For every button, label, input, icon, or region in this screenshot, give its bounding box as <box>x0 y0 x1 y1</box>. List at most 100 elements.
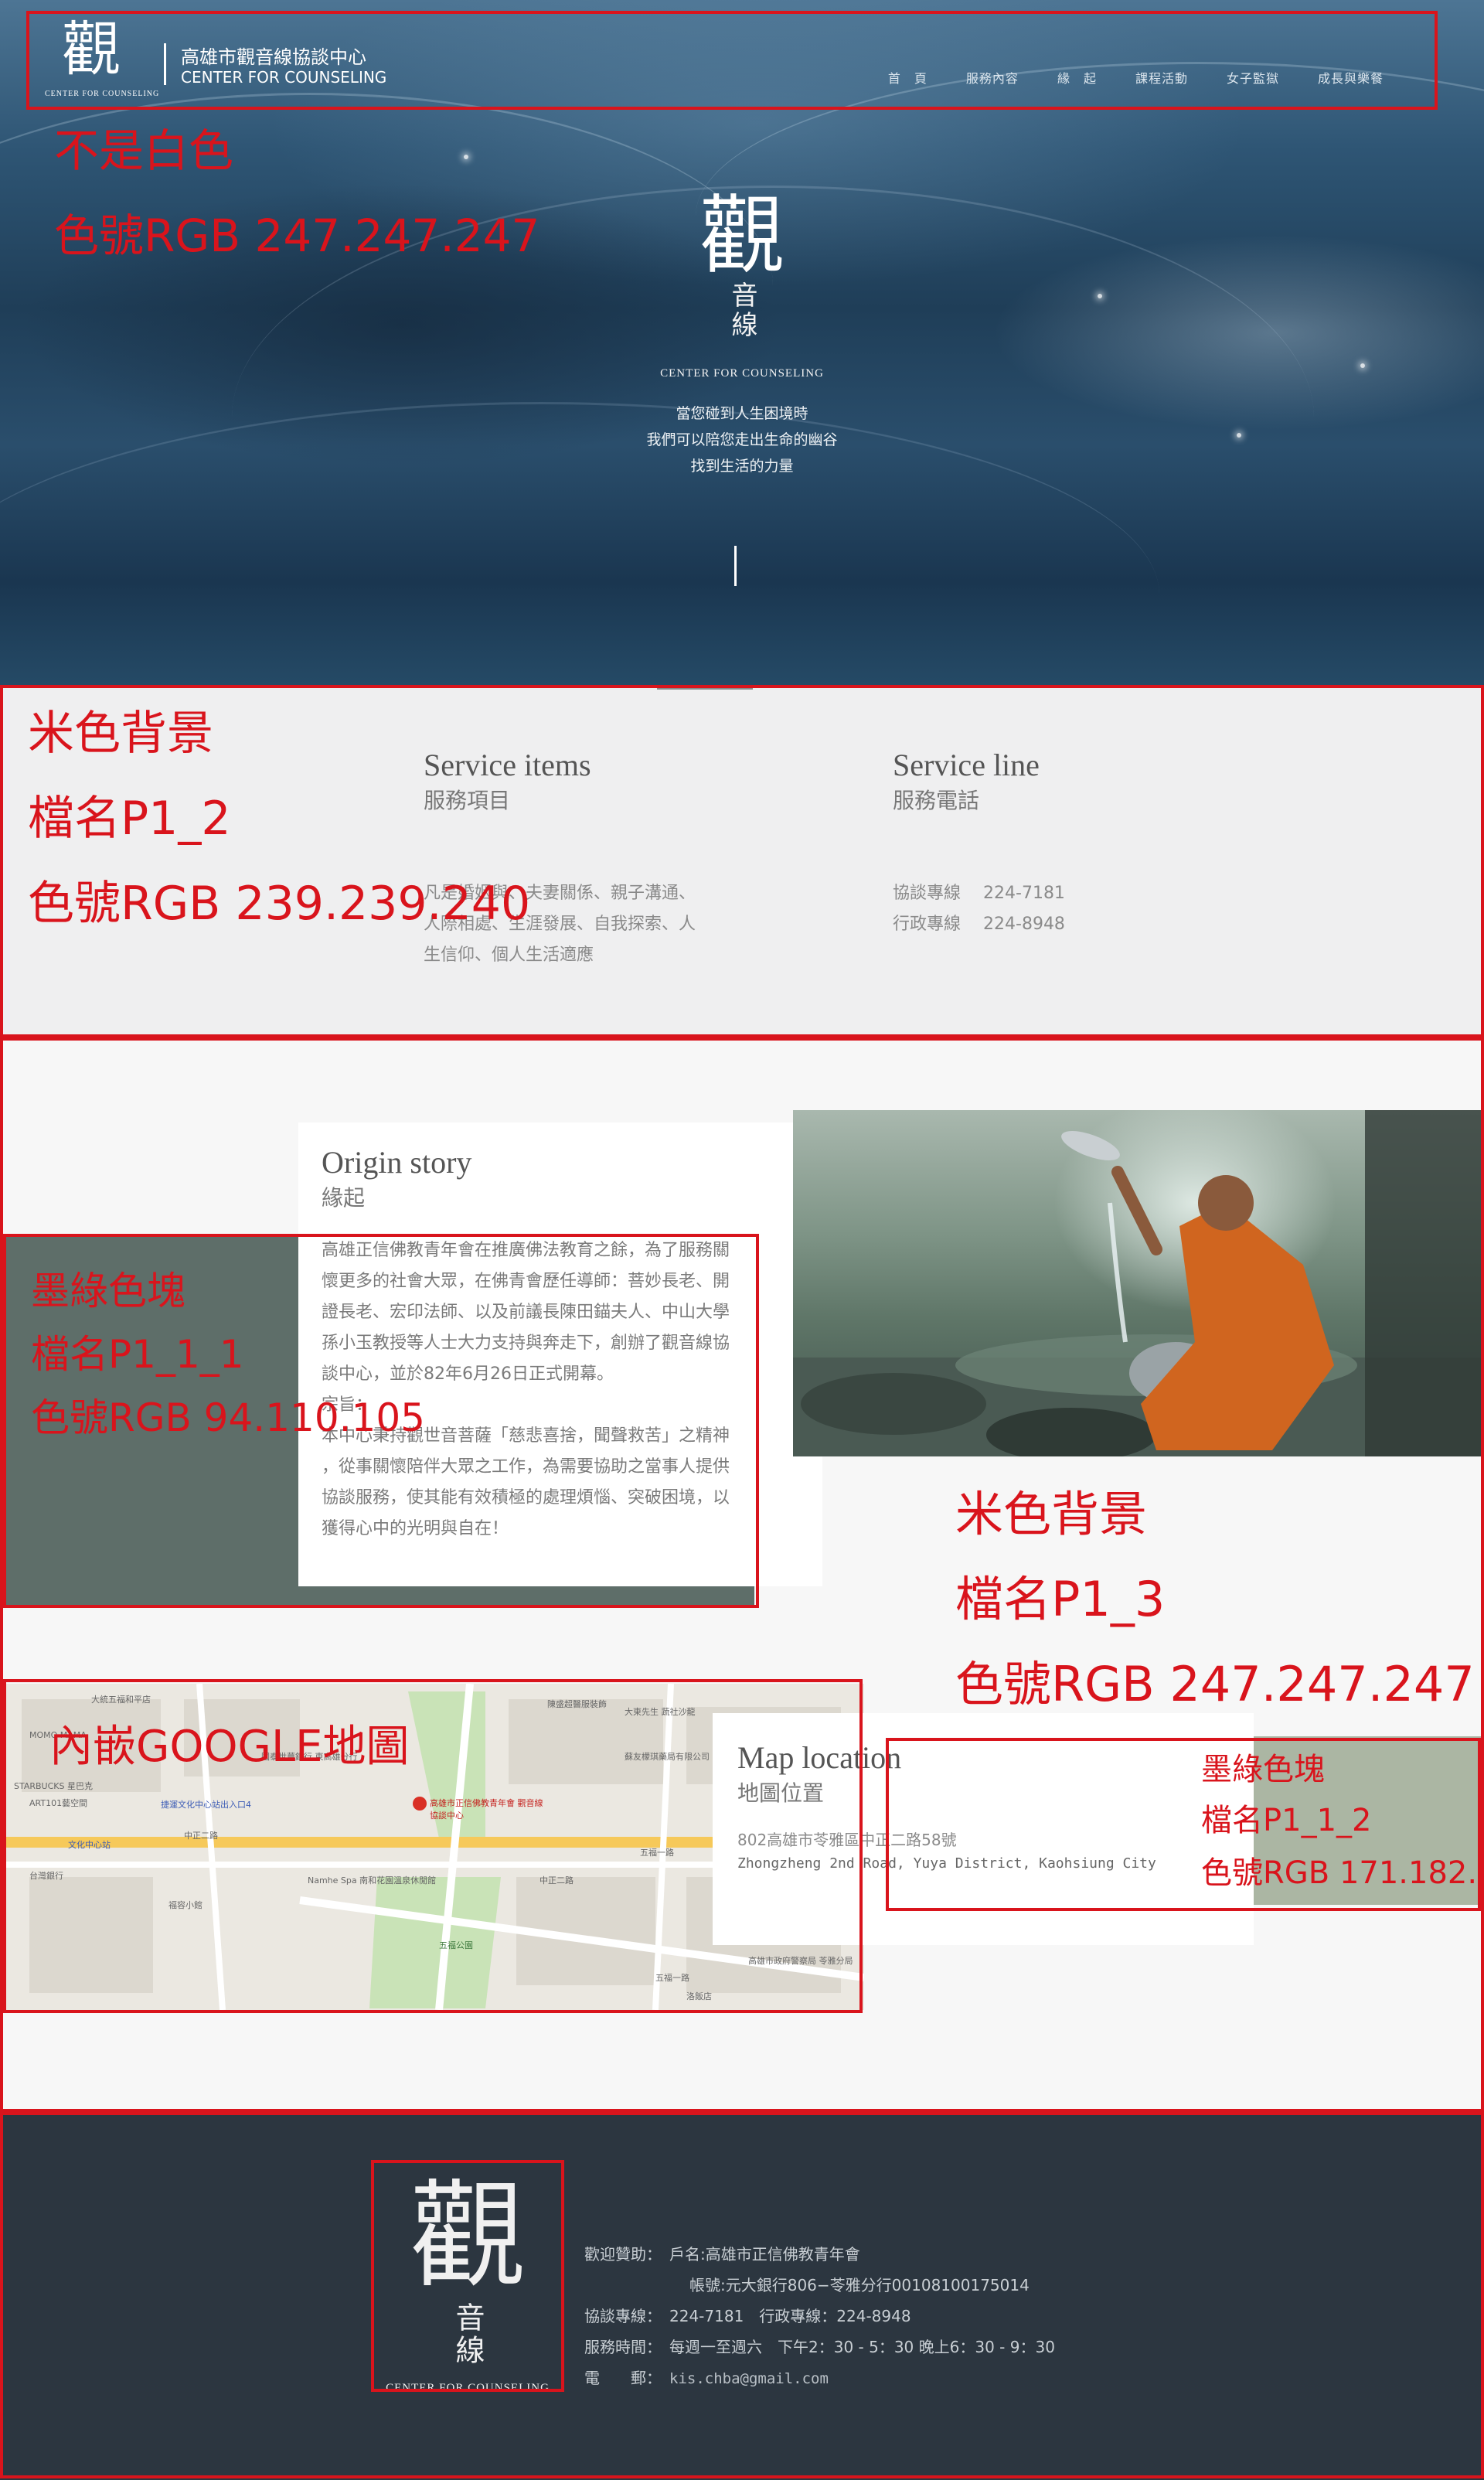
site-footer: 觀 音線 CENTER FOR COUNSELING 歡迎贊助： 戶名:高雄市正… <box>0 2112 1484 2480</box>
service-items-subtitle: 服務項目 <box>424 788 511 813</box>
origin-line: 證長老、宏印法師、以及前議長陳田錨夫人、中山大學 <box>322 1303 730 1322</box>
annotation-note: 色號RGB 247.247.247 <box>955 1656 1475 1712</box>
origin-card: Origin story 緣起 高雄正信佛教青年會在推廣佛法教育之餘，為了服務關… <box>298 1122 822 1586</box>
origin-line: 協談服務，使其能有效積極的處理煩惱、突破困境，以 <box>322 1488 730 1507</box>
hero-tagline: 當您碰到人生困境時 我們可以陪您走出生命的幽谷 找到生活的力量 <box>0 400 1484 479</box>
annotation-note: 米色背景 <box>28 707 213 761</box>
map-title: Map location <box>737 1740 902 1775</box>
origin-title: Origin story <box>322 1145 472 1180</box>
site-title-zh: 高雄市觀音線協談中心 <box>181 46 366 68</box>
logo-glyph[interactable]: 觀 <box>62 19 121 80</box>
monk-illustration <box>793 1110 1484 1456</box>
service-line-title: Service line <box>893 748 1040 782</box>
hero-banner: 觀 CENTER FOR COUNSELING 高雄市觀音線協談中心 CENTE… <box>0 0 1484 685</box>
footer-row-donate: 歡迎贊助： 戶名:高雄市正信佛教青年會 <box>584 2242 860 2264</box>
map-address-zh: 802高雄市苓雅區中正二路58號 <box>737 1831 957 1849</box>
footer-row-hours: 服務時間： 每週一至週六 下午2：30 - 5：30 晚上6：30 - 9：30 <box>584 2335 1055 2357</box>
origin-line: ，從事關懷陪伴大眾之工作，為需要協助之當事人提供 <box>322 1457 730 1477</box>
origin-line: 獲得心中的光明與自在！ <box>322 1519 509 1538</box>
header-divider <box>164 43 166 85</box>
map-label: 文化中心站 <box>68 1840 111 1850</box>
annotation-note: 檔名P1_1_1 <box>31 1332 244 1377</box>
footer-value: 戶名:高雄市正信佛教青年會 <box>669 2245 860 2264</box>
origin-line: 孫小玉教授等人士大力支持與奔走下，創辦了觀音線協 <box>322 1334 730 1353</box>
map-label: 洛飯店 <box>686 1991 712 2001</box>
scroll-indicator[interactable] <box>734 546 737 586</box>
nav-growth[interactable]: 成長與樂餐 <box>1318 68 1384 87</box>
footer-row-account: 帳號:元大銀行806−苓雅分行00108100175014 <box>689 2273 1030 2295</box>
map-label: 中正二路 <box>184 1831 218 1841</box>
footer-value: 每週一至週六 下午2：30 - 5：30 晚上6：30 - 9：30 <box>669 2338 1055 2356</box>
map-label: 五福公園 <box>439 1940 473 1950</box>
nav-services[interactable]: 服務內容 <box>966 68 1019 87</box>
phone-label: 行政專線 <box>893 915 962 934</box>
footer-email-link[interactable]: kis.chba@gmail.com <box>669 2370 829 2387</box>
annotation-note: 色號RGB 247.247.247 <box>54 210 540 262</box>
footer-value: 帳號:元大銀行806−苓雅分行00108100175014 <box>689 2276 1030 2294</box>
site-title-en: CENTER FOR COUNSELING <box>181 68 387 87</box>
service-items-title: Service items <box>424 748 591 782</box>
sparkle-decoration <box>464 155 468 159</box>
map-label: ART101藝空間 <box>29 1798 88 1808</box>
nav-prison[interactable]: 女子監獄 <box>1227 68 1279 87</box>
site-header: 觀 CENTER FOR COUNSELING 高雄市觀音線協談中心 CENTE… <box>28 12 1438 108</box>
map-label: 捷運文化中心站出入口4 <box>161 1800 251 1810</box>
annotation-note: 檔名P1_1_2 <box>1201 1803 1372 1838</box>
map-address-en: Zhongzheng 2nd Road, Yuya District, Kaoh… <box>737 1855 1156 1872</box>
section-marker <box>657 685 753 690</box>
map-subtitle: 地圖位置 <box>737 1780 825 1806</box>
map-label: 五福一路 <box>640 1848 674 1858</box>
annotation-note: 米色背景 <box>955 1486 1148 1542</box>
origin-line: 談中心，並於82年6月26日正式開幕。 <box>322 1364 614 1384</box>
phone-value[interactable]: 224-7181 <box>983 884 1065 903</box>
map-pin-icon <box>413 1797 427 1811</box>
footer-label: 歡迎贊助： <box>584 2245 654 2264</box>
hero-logo-small: 音線 <box>727 281 757 340</box>
footer-label: 服務時間： <box>584 2338 654 2356</box>
hero-logo-caption: CENTER FOR COUNSELING <box>660 367 824 380</box>
footer-row-email: 電 郵： kis.chba@gmail.com <box>584 2366 829 2388</box>
annotation-note: 不是白色 <box>54 124 234 177</box>
footer-logo-small: 音線 <box>451 2302 485 2367</box>
footer-label: 電 郵： <box>584 2369 654 2387</box>
nav-courses[interactable]: 課程活動 <box>1135 68 1188 87</box>
footer-logo-caption: CENTER FOR COUNSELING <box>386 2382 550 2394</box>
footer-row-phone: 協談專線： 224-7181 行政專線：224-8948 <box>584 2304 911 2326</box>
service-section: Service items 服務項目 凡是婚姻與、夫妻關係、親子溝通、 人際相處… <box>0 685 1484 1037</box>
footer-logo: 觀 音線 CENTER FOR COUNSELING <box>371 2160 564 2394</box>
map-label: STARBUCKS 星巴克 <box>14 1781 93 1791</box>
annotation-note: 墨綠色塊 <box>1201 1752 1325 1787</box>
footer-value[interactable]: 224-7181 行政專線：224-8948 <box>669 2307 911 2325</box>
service-line-list: 協談專線 224-7181 行政專線 224-8948 <box>893 878 1065 940</box>
annotation-note: 色號RGB 94.110.105 <box>31 1395 425 1440</box>
annotation-note: 內嵌GOOGLE地圖 <box>49 1722 410 1772</box>
footer-logo-glyph: 觀 <box>409 2169 526 2304</box>
map-label: 福容小館 <box>168 1900 203 1910</box>
map-label: 台灣銀行 <box>29 1871 63 1881</box>
map-info-card: Map location 地圖位置 802高雄市苓雅區中正二路58號 Zhong… <box>713 1713 1254 1945</box>
service-items-line: 生信仰、個人生活適應 <box>424 945 594 965</box>
hero-tagline-line: 當您碰到人生困境時 <box>676 405 808 422</box>
map-label: 大統五福和平店 <box>91 1695 151 1705</box>
annotation-note: 檔名P1_2 <box>28 792 231 846</box>
nav-home[interactable]: 首 頁 <box>888 68 928 87</box>
annotation-note: 色號RGB 171.182.163 <box>1201 1855 1484 1891</box>
annotation-note: 色號RGB 239.239.240 <box>28 877 531 931</box>
hero-tagline-line: 找到生活的力量 <box>690 458 794 475</box>
service-line-subtitle: 服務電話 <box>893 788 980 813</box>
annotation-note: 檔名P1_3 <box>955 1571 1166 1627</box>
map-label: 高雄市正信佛教青年會 觀音線協談中心 <box>430 1798 543 1821</box>
map-label: Namhe Spa 南和花園溫泉休閒館 <box>308 1875 437 1886</box>
origin-line: 懷更多的社會大眾，在佛青會歷任導師：菩妙長老、開 <box>322 1272 730 1291</box>
nav-origin[interactable]: 緣 起 <box>1057 68 1097 87</box>
logo-caption: CENTER FOR COUNSELING <box>45 90 160 98</box>
hero-tagline-line: 我們可以陪您走出生命的幽谷 <box>646 431 838 448</box>
map-label: 大東先生 蔬社沙龍 <box>625 1707 696 1717</box>
origin-line: 高雄正信佛教青年會在推廣佛法教育之餘，為了服務關 <box>322 1241 730 1260</box>
map-label: 五福一路 <box>655 1973 689 1983</box>
phone-value[interactable]: 224-8948 <box>983 915 1065 934</box>
origin-subtitle: 緣起 <box>322 1185 366 1211</box>
map-label: 中正二路 <box>539 1875 574 1886</box>
footer-label: 協談專線： <box>584 2307 654 2325</box>
map-label: 陳盛超醫服裝飾 <box>547 1699 607 1709</box>
